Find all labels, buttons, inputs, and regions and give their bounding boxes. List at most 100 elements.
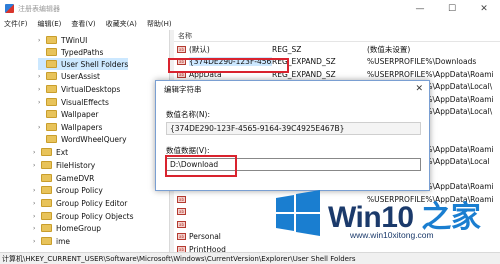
value-data: %USERPROFILE%\AppData\Roami — [367, 69, 494, 79]
tree-item[interactable]: › Group Policy Editor — [33, 197, 127, 209]
registry-value-row[interactable]: ab — [174, 206, 500, 218]
string-value-icon: ab — [177, 70, 186, 78]
registry-value-row[interactable]: ab Personal — [174, 231, 500, 243]
expand-chevron-icon[interactable]: › — [33, 200, 41, 207]
tree-item-label: VisualEffects — [61, 97, 109, 107]
tree-item-label: Group Policy Objects — [56, 211, 134, 221]
value-name-label: 数值名称(N): — [166, 110, 210, 119]
tree-item-label: TWinUI — [61, 35, 88, 45]
expand-chevron-icon[interactable]: › — [33, 213, 41, 220]
tree-item-label: VirtualDesktops — [61, 84, 121, 94]
menu-favorites[interactable]: 收藏夹(A) — [106, 19, 137, 29]
tree-item[interactable]: › Group Policy Objects — [33, 210, 134, 222]
string-value-icon: ab — [177, 195, 186, 203]
status-bar-path: 计算机\HKEY_CURRENT_USER\Software\Microsoft… — [0, 252, 500, 264]
folder-icon — [41, 174, 52, 182]
tree-item-label: WordWheelQuery — [61, 134, 127, 144]
tree-item[interactable]: › UserAssist — [38, 70, 100, 82]
value-name: AppData — [189, 69, 222, 79]
folder-icon — [41, 186, 52, 194]
minimize-button[interactable]: — — [404, 0, 436, 17]
close-button[interactable]: ✕ — [468, 0, 500, 17]
tree-item-label: User Shell Folders — [61, 59, 129, 69]
tree-item[interactable]: › Wallpapers — [38, 121, 102, 133]
value-type: REG_SZ — [272, 44, 302, 54]
expand-chevron-icon[interactable]: › — [38, 124, 46, 131]
expand-chevron-icon[interactable]: › — [33, 187, 41, 194]
maximize-button[interactable]: ☐ — [436, 0, 468, 17]
regedit-app-icon — [5, 4, 14, 13]
tree-item[interactable]: › FileHistory — [33, 159, 95, 171]
expand-chevron-icon[interactable]: › — [33, 149, 41, 156]
expand-chevron-icon[interactable]: › — [33, 162, 41, 169]
value-type: REG_EXPAND_SZ — [272, 69, 336, 79]
tree-item[interactable]: › VirtualDesktops — [38, 83, 120, 95]
folder-icon — [46, 85, 57, 93]
expand-chevron-icon[interactable]: › — [38, 37, 46, 44]
dialog-title: 编辑字符串 — [164, 84, 202, 94]
value-type: REG_EXPAND_SZ — [272, 57, 336, 66]
tree-item[interactable]: GameDVR — [33, 172, 94, 184]
tree-item-label: UserAssist — [61, 71, 100, 81]
folder-icon — [46, 72, 57, 80]
tree-item[interactable]: › TWinUI — [38, 34, 87, 46]
folder-icon — [46, 60, 57, 68]
window-title: 注册表编辑器 — [18, 4, 60, 13]
value-name: {374DE290-123F-4565-91... — [189, 57, 272, 66]
folder-icon — [46, 98, 57, 106]
tree-item[interactable]: › HomeGroup — [33, 222, 101, 234]
folder-icon — [41, 148, 52, 156]
expand-chevron-icon[interactable]: › — [33, 238, 41, 245]
folder-icon — [41, 237, 52, 245]
value-data-input[interactable]: D:\Download — [166, 158, 421, 171]
expand-chevron-icon[interactable]: › — [33, 225, 41, 232]
folder-icon — [46, 123, 57, 131]
tree-item-label: GameDVR — [56, 173, 95, 183]
tree-item-label: Group Policy — [56, 185, 103, 195]
folder-icon — [41, 199, 52, 207]
tree-item[interactable]: Wallpaper — [38, 108, 99, 120]
edit-string-dialog: 编辑字符串 ✕ 数值名称(N): {374DE290-123F-4565-916… — [155, 80, 430, 191]
tree-item[interactable]: › Group Policy — [33, 184, 103, 196]
registry-key-tree[interactable]: › TWinUI TypedPaths User Shell Folders › User… — [0, 30, 170, 252]
tree-item-label: Wallpaper — [61, 109, 99, 119]
string-value-icon: ab — [177, 220, 186, 228]
expand-chevron-icon[interactable]: › — [38, 73, 46, 80]
registry-value-row[interactable]: ab AppData REG_EXPAND_SZ %USERPROFILE%\AppD… — [174, 68, 500, 80]
folder-icon — [46, 48, 57, 56]
expand-chevron-icon[interactable]: › — [38, 99, 46, 106]
registry-value-row[interactable]: ab (默认) REG_SZ (数值未设置) — [174, 43, 500, 55]
menu-edit[interactable]: 编辑(E) — [38, 19, 62, 29]
tree-item-label: Ext — [56, 147, 69, 157]
folder-icon — [41, 212, 52, 220]
value-data: %USERPROFILE%\Downloads — [367, 57, 477, 66]
tree-item[interactable]: › Ext — [33, 146, 68, 158]
registry-value-row[interactable]: ab — [174, 218, 500, 230]
tree-item[interactable]: User Shell Folders — [38, 58, 129, 70]
tree-item[interactable]: › ime — [33, 235, 70, 247]
tree-item[interactable]: TypedPaths — [38, 46, 103, 58]
registry-value-row[interactable]: ab %USERPROFILE%\AppData\Roami — [174, 193, 500, 205]
menu-help[interactable]: 帮助(H) — [147, 19, 172, 29]
menu-view[interactable]: 查看(V) — [71, 19, 95, 29]
window-controls: — ☐ ✕ — [404, 0, 500, 17]
registry-value-row[interactable]: ab{374DE290-123F-4565-91...REG_EXPAND_SZ… — [174, 56, 500, 68]
expand-chevron-icon[interactable]: › — [38, 86, 46, 93]
folder-icon — [46, 36, 57, 44]
tree-item-label: HomeGroup — [56, 223, 101, 233]
registry-value-row[interactable]: ab PrintHood — [174, 243, 500, 252]
value-data-label: 数值数据(V): — [166, 146, 210, 155]
string-value-icon: ab — [177, 45, 186, 53]
tree-item[interactable]: WordWheelQuery — [38, 133, 127, 145]
column-name-header[interactable]: 名称 — [174, 31, 263, 41]
menu-file[interactable]: 文件(F) — [4, 19, 28, 29]
string-value-icon: ab — [177, 208, 186, 215]
tree-item-label: Wallpapers — [61, 122, 103, 132]
value-name-field: {374DE290-123F-4565-9164-39C4925E467B} — [166, 122, 421, 135]
dialog-close-icon[interactable]: ✕ — [415, 84, 423, 94]
value-data: (数值未设置) — [367, 44, 411, 54]
folder-icon — [41, 161, 52, 169]
tree-item-label: Group Policy Editor — [56, 198, 128, 208]
tree-item[interactable]: › VisualEffects — [38, 96, 109, 108]
tree-item-label: FileHistory — [56, 160, 96, 170]
